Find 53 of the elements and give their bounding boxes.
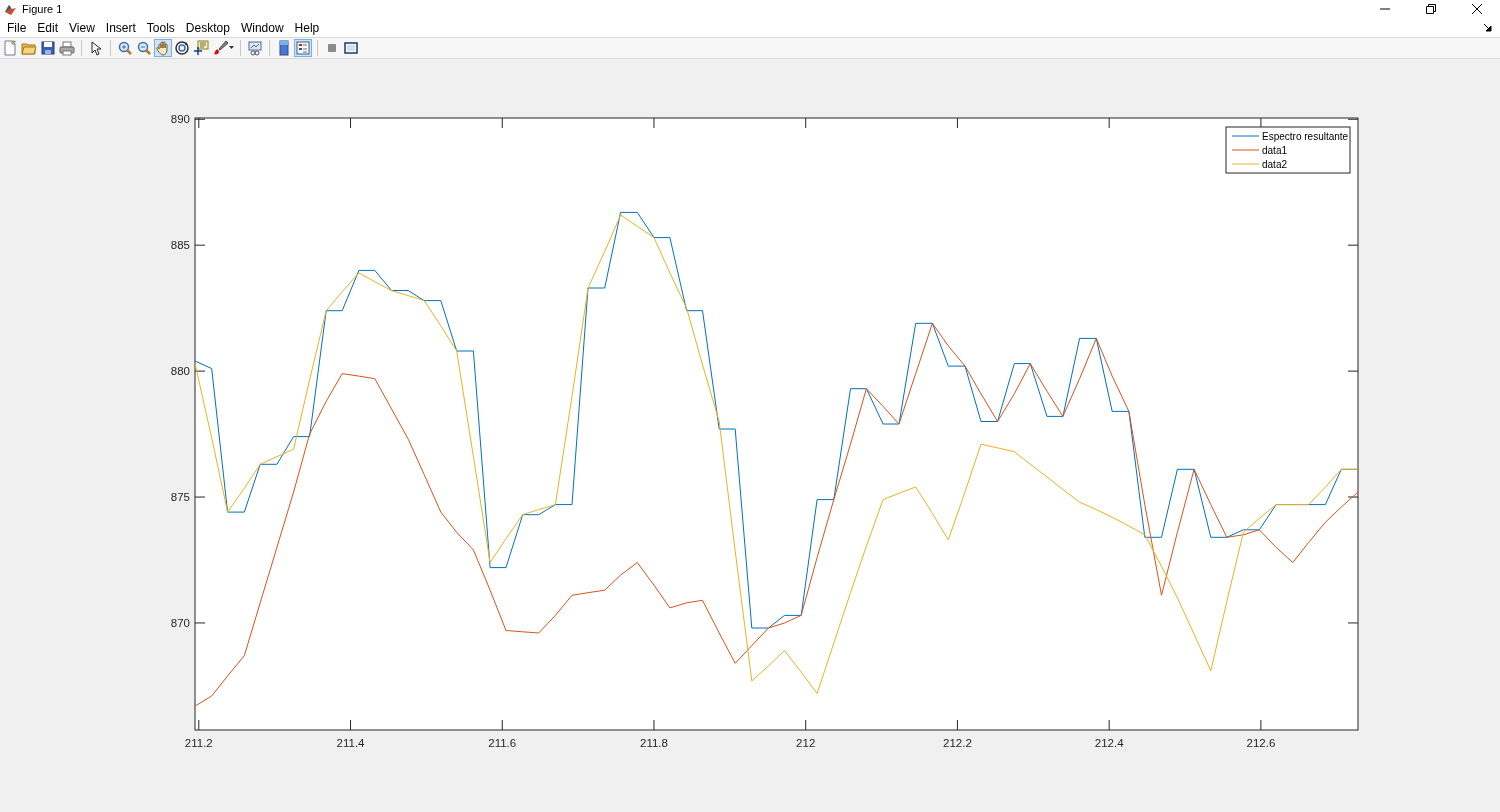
x-tick-label: 212.4 bbox=[1094, 737, 1124, 749]
legend-label: Espectro resultante bbox=[1262, 131, 1349, 142]
close-icon bbox=[1472, 4, 1482, 14]
rotate-icon bbox=[174, 40, 190, 56]
printer-button[interactable] bbox=[58, 39, 76, 57]
dock-arrow-icon[interactable] bbox=[1484, 24, 1492, 32]
y-tick-label: 890 bbox=[170, 113, 190, 126]
menu-item[interactable]: Tools bbox=[141, 20, 180, 35]
zoom-out-button[interactable] bbox=[135, 39, 153, 57]
data-cursor-button[interactable] bbox=[192, 39, 210, 57]
x-tick-label: 212.2 bbox=[943, 737, 972, 749]
restore-icon bbox=[1426, 4, 1436, 14]
y-tick-label: 875 bbox=[170, 491, 190, 504]
x-tick-label: 211.6 bbox=[488, 737, 517, 749]
menu-item[interactable]: Insert bbox=[100, 20, 141, 35]
menu-item[interactable]: Edit bbox=[32, 20, 64, 35]
legend-icon bbox=[295, 40, 311, 56]
hand-icon bbox=[155, 40, 171, 56]
zoom-in-icon bbox=[117, 40, 133, 56]
y-tick-label: 880 bbox=[170, 365, 190, 378]
menu-item[interactable]: File bbox=[2, 20, 32, 35]
floppy-disk-button[interactable] bbox=[39, 39, 57, 57]
x-tick-label: 211.2 bbox=[184, 737, 213, 749]
zoom-in-button[interactable] bbox=[116, 39, 134, 57]
menu-item[interactable]: Window bbox=[235, 20, 289, 35]
x-tick-label: 212 bbox=[796, 737, 816, 749]
y-tick-label: 870 bbox=[170, 616, 190, 629]
colorbar-icon bbox=[276, 40, 292, 56]
legend-label: data1 bbox=[1262, 145, 1288, 156]
menu-item[interactable]: Desktop bbox=[180, 20, 235, 35]
x-tick-label: 211.8 bbox=[640, 737, 668, 749]
printer-icon bbox=[59, 40, 75, 56]
menu-item[interactable]: Help bbox=[289, 20, 325, 35]
legend-label: data2 bbox=[1262, 159, 1288, 170]
caret-icon[interactable] bbox=[228, 46, 234, 50]
rotate-button[interactable] bbox=[173, 39, 191, 57]
folder-icon bbox=[21, 40, 37, 56]
window-frame-icon bbox=[343, 40, 359, 56]
brush-button[interactable] bbox=[211, 39, 235, 57]
linked-plot-button[interactable] bbox=[246, 39, 264, 57]
window-title: Figure 1 bbox=[22, 3, 63, 15]
x-tick-label: 211.4 bbox=[336, 737, 365, 749]
y-tick-label: 885 bbox=[170, 239, 190, 252]
arrow-cursor-icon bbox=[88, 40, 104, 56]
data-cursor-icon bbox=[193, 40, 209, 56]
zoom-out-icon bbox=[136, 40, 152, 56]
linked-plot-icon bbox=[247, 40, 263, 56]
x-tick-label: 212.6 bbox=[1246, 737, 1276, 749]
document-button[interactable] bbox=[1, 39, 19, 57]
legend-button[interactable] bbox=[294, 39, 312, 57]
menu-item[interactable]: View bbox=[64, 20, 100, 35]
brush-icon bbox=[212, 40, 229, 56]
window-frame-button[interactable] bbox=[342, 39, 360, 57]
